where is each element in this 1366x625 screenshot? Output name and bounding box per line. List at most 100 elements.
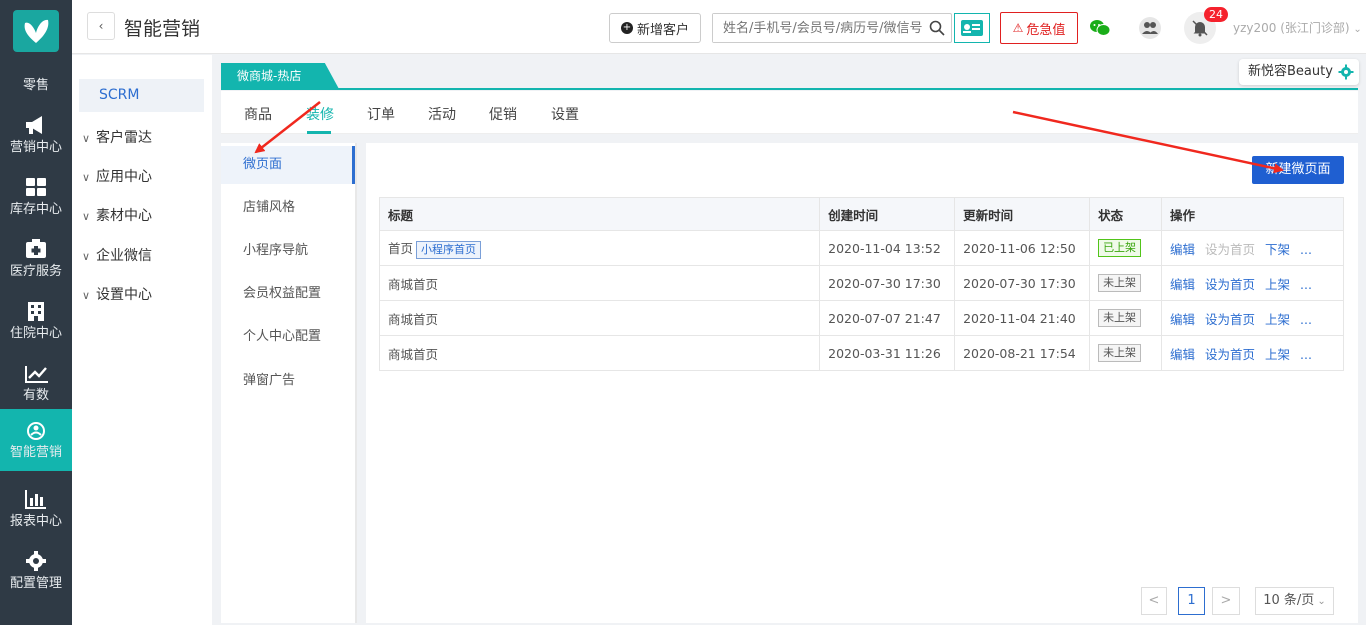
new-micro-page-button[interactable]: 新建微页面 [1252, 156, 1344, 184]
tab-products[interactable]: 商品 [244, 104, 272, 124]
more-link[interactable]: ... [1300, 242, 1312, 257]
nav-report-center[interactable]: 报表中心 [0, 478, 72, 540]
chevron-down-icon: ∨ [82, 132, 91, 145]
nav-config-management[interactable]: 配置管理 [0, 540, 72, 602]
subnav-scrm[interactable]: SCRM [79, 79, 204, 112]
submenu-popup-ad[interactable]: 弹窗广告 [221, 362, 355, 400]
new-customer-button[interactable]: + 新增客户 [609, 13, 701, 43]
publish-link[interactable]: 上架 [1265, 312, 1290, 327]
main-sidebar: 零售 营销中心 库存中心 医疗服务 住院中心 有数 智能营销 报表中心 配置管理 [0, 0, 72, 625]
publish-link[interactable]: 上架 [1265, 277, 1290, 292]
tab-activities[interactable]: 活动 [428, 104, 456, 124]
medical-kit-icon [26, 239, 46, 258]
subnav-settings-center[interactable]: ∨ 设置中心 [82, 284, 152, 304]
plus-circle-icon: + [620, 22, 633, 34]
store-tab-line [221, 88, 1358, 90]
tab-promotions[interactable]: 促销 [489, 104, 517, 124]
table-row: 商城首页 2020-07-07 21:47 2020-11-04 21:40 未… [378, 300, 1344, 336]
nav-label: 智能营销 [9, 445, 62, 460]
tab-settings[interactable]: 设置 [551, 104, 579, 124]
submenu-member-benefits[interactable]: 会员权益配置 [221, 275, 355, 313]
edit-link[interactable]: 编辑 [1170, 347, 1195, 362]
decoration-submenu: 微页面 店铺风格 小程序导航 会员权益配置 个人中心配置 弹窗广告 [221, 143, 357, 623]
brand-selector[interactable]: 新悦容Beauty [1239, 59, 1359, 85]
set-home-link[interactable]: 设为首页 [1205, 312, 1255, 327]
nav-label: 医疗服务 [9, 264, 62, 279]
edit-link[interactable]: 编辑 [1170, 312, 1195, 327]
nav-medical-service[interactable]: 医疗服务 [0, 228, 72, 290]
more-link[interactable]: ... [1300, 277, 1312, 292]
tab-orders[interactable]: 订单 [367, 104, 395, 124]
col-title: 标题 [378, 197, 821, 231]
subnav-label: 应用中心 [96, 169, 152, 185]
nav-inpatient-center[interactable]: 住院中心 [0, 290, 72, 352]
search-input[interactable] [713, 14, 923, 42]
wechat-icon [1090, 20, 1111, 36]
users-button[interactable] [1136, 14, 1164, 42]
subnav-label: 客户雷达 [96, 130, 152, 146]
store-tab[interactable]: 微商城-热店 [221, 63, 339, 89]
nav-label: 报表中心 [9, 514, 62, 529]
nav-youshu[interactable]: 有数 [0, 352, 72, 414]
row-updated: 2020-07-30 17:30 [954, 265, 1091, 301]
nav-marketing-center[interactable]: 营销中心 [0, 104, 72, 166]
nav-inventory-center[interactable]: 库存中心 [0, 166, 72, 228]
page-size-label: 10 条/页 [1263, 593, 1315, 608]
pagination-page-1[interactable]: 1 [1178, 587, 1205, 615]
back-button[interactable]: ‹ [87, 12, 115, 40]
subnav-customer-radar[interactable]: ∨ 客户雷达 [82, 127, 152, 147]
nav-label: 库存中心 [9, 202, 62, 217]
top-header: ‹ 智能营销 + 新增客户 ⚠ 危急值 24 yzy200 (张江门诊部) ⌄ [72, 0, 1366, 54]
col-created: 创建时间 [819, 197, 956, 231]
pagination-prev[interactable]: < [1141, 587, 1167, 615]
micro-page-content: 新建微页面 标题 创建时间 更新时间 状态 操作 首页 小程序首页 2020-11… [366, 143, 1358, 623]
col-updated: 更新时间 [954, 197, 1091, 231]
col-actions: 操作 [1161, 197, 1344, 231]
subnav-enterprise-wechat[interactable]: ∨ 企业微信 [82, 245, 152, 265]
unpublish-link[interactable]: 下架 [1265, 242, 1290, 257]
member-card-button[interactable] [954, 13, 990, 43]
chevron-down-icon: ∨ [82, 210, 91, 223]
nav-retail[interactable]: 零售 [0, 66, 72, 96]
submenu-miniapp-nav[interactable]: 小程序导航 [221, 232, 355, 270]
gear-icon[interactable] [1338, 64, 1354, 80]
col-status: 状态 [1089, 197, 1162, 231]
critical-value-button[interactable]: ⚠ 危急值 [1000, 12, 1078, 44]
row-created: 2020-07-07 21:47 [819, 300, 956, 336]
pagination-next[interactable]: > [1212, 587, 1240, 615]
app-logo[interactable] [13, 10, 59, 52]
publish-link[interactable]: 上架 [1265, 347, 1290, 362]
nav-smart-marketing[interactable]: 智能营销 [0, 409, 72, 471]
submenu-personal-center[interactable]: 个人中心配置 [221, 318, 355, 356]
page-size-select[interactable]: 10 条/页 ⌄ [1255, 587, 1334, 615]
brand-name: 新悦容Beauty [1248, 64, 1333, 79]
chevron-down-icon: ∨ [82, 289, 91, 302]
new-customer-label: 新增客户 [636, 22, 689, 38]
submenu-store-style[interactable]: 店铺风格 [221, 189, 355, 227]
notification-badge: 24 [1204, 7, 1228, 22]
subnav-label: 设置中心 [96, 287, 152, 303]
user-name: yzy200 (张江门诊部) [1233, 21, 1350, 35]
subnav-material-center[interactable]: ∨ 素材中心 [82, 205, 152, 225]
wechat-button[interactable] [1086, 14, 1114, 42]
chevron-down-icon: ∨ [82, 250, 91, 263]
more-link[interactable]: ... [1300, 312, 1312, 327]
more-link[interactable]: ... [1300, 347, 1312, 362]
set-home-link[interactable]: 设为首页 [1205, 347, 1255, 362]
submenu-micro-page[interactable]: 微页面 [221, 146, 355, 184]
nav-label: 有数 [22, 388, 49, 403]
search-icon[interactable] [929, 20, 945, 36]
subnav-app-center[interactable]: ∨ 应用中心 [82, 166, 152, 186]
edit-link[interactable]: 编辑 [1170, 242, 1195, 257]
row-updated: 2020-08-21 17:54 [954, 335, 1091, 371]
nav-label: 配置管理 [9, 576, 62, 591]
set-home-link[interactable]: 设为首页 [1205, 277, 1255, 292]
subnav-label: 素材中心 [96, 208, 152, 224]
secondary-sidebar: SCRM ∨ 客户雷达 ∨ 应用中心 ∨ 素材中心 ∨ 企业微信 ∨ 设置中心 [72, 55, 212, 625]
tab-decoration[interactable]: 装修 [306, 104, 334, 124]
critical-value-label: 危急值 [1026, 22, 1066, 38]
chevron-left-icon: ‹ [98, 19, 104, 33]
user-menu[interactable]: yzy200 (张江门诊部) ⌄ [1233, 19, 1362, 36]
row-title: 首页 [388, 240, 414, 256]
edit-link[interactable]: 编辑 [1170, 277, 1195, 292]
